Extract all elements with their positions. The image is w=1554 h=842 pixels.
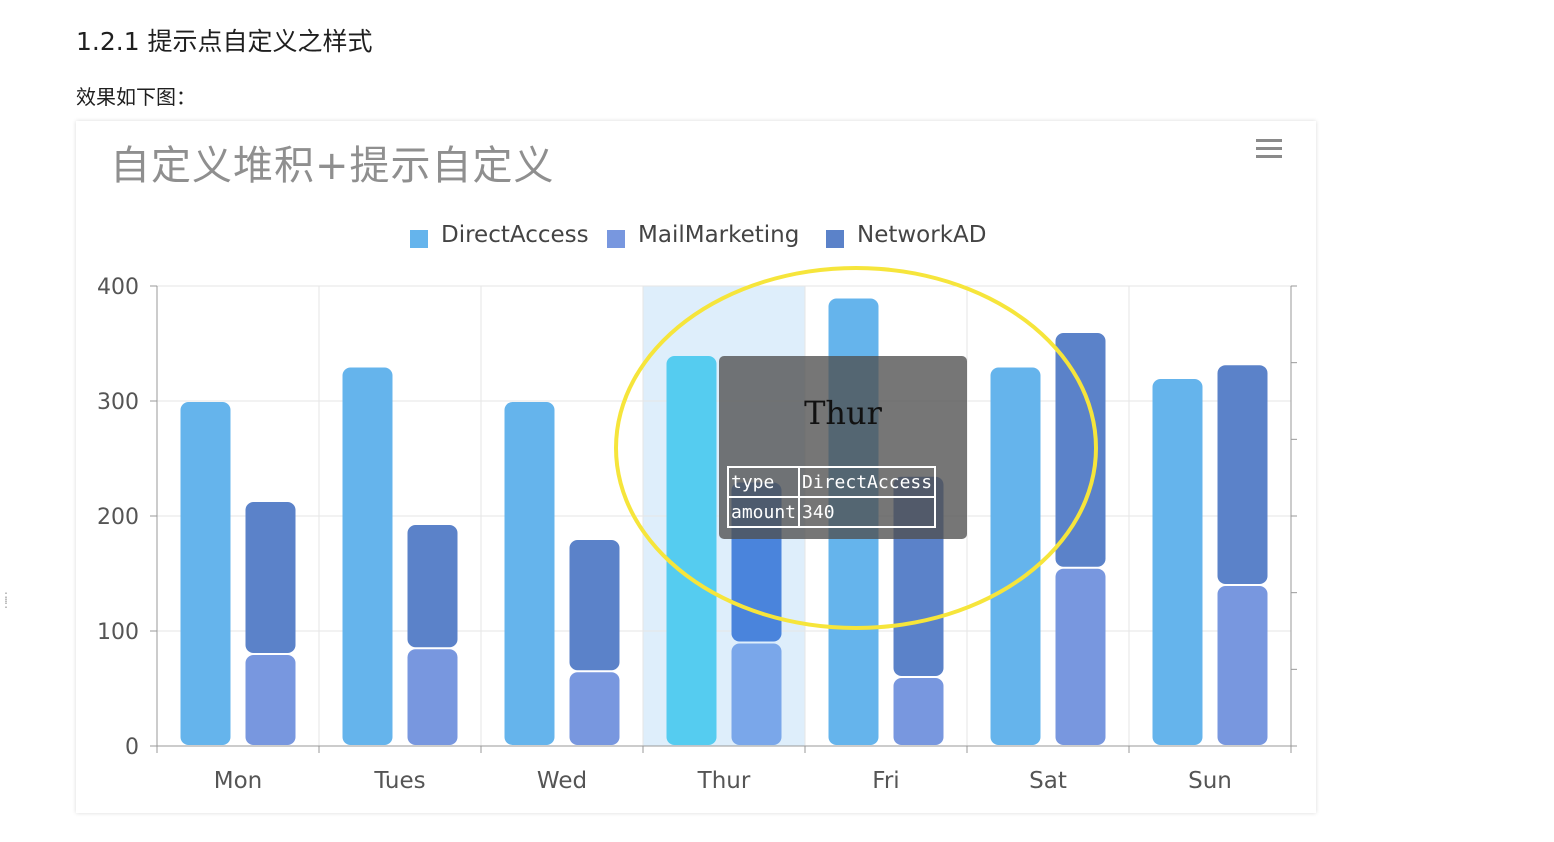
bar-directaccess-mon xyxy=(180,402,231,745)
chart-card: 0 100 200 300 400 Mon Tues Wed Thur Fri Sat Sun 自定义… xyxy=(76,121,1316,813)
x-tick-label: Mon xyxy=(214,768,263,794)
bar-directaccess-sun xyxy=(1152,379,1203,745)
bar-directaccess-thur xyxy=(666,356,717,745)
bar-mailmarketing-tues xyxy=(407,649,458,745)
y-tick-label: 100 xyxy=(97,620,139,645)
chart-title: 自定义堆积+提示自定义 xyxy=(110,143,555,189)
intro-text: 效果如下图： xyxy=(76,85,196,109)
y-tick-label: 200 xyxy=(97,505,139,530)
bar-mailmarketing-thur xyxy=(731,643,782,745)
bar-networkad-tues xyxy=(407,525,458,648)
x-tick-label: Sun xyxy=(1188,768,1232,794)
tooltip-key: type xyxy=(726,466,801,498)
y-tick-label: 300 xyxy=(97,390,139,415)
hamburger-menu-icon[interactable] xyxy=(1256,139,1282,161)
bar-mailmarketing-sat xyxy=(1055,568,1106,745)
x-tick-label: Fri xyxy=(872,768,899,794)
tooltip-table: type DirectAccess amount 340 xyxy=(726,466,937,528)
drag-handle-icon[interactable]: ⋮ ⋮ xyxy=(0,591,12,620)
y-tick-label: 0 xyxy=(125,735,139,760)
x-tick-label: Thur xyxy=(697,768,751,794)
bar-networkad-sun xyxy=(1217,365,1268,584)
x-tick-label: Wed xyxy=(537,768,587,794)
legend: DirectAccess MailMarketing NetworkAD xyxy=(76,222,1316,252)
legend-swatch xyxy=(410,230,428,248)
x-tick-label: Sat xyxy=(1029,768,1067,794)
legend-label: NetworkAD xyxy=(857,222,987,248)
bar-directaccess-wed xyxy=(504,402,555,745)
tooltip-title: Thur xyxy=(804,394,882,432)
tooltip-value: 340 xyxy=(798,496,937,528)
bar-networkad-sat xyxy=(1055,333,1106,567)
bar-directaccess-sat xyxy=(990,367,1041,745)
bar-networkad-wed xyxy=(569,540,620,671)
legend-label: DirectAccess xyxy=(441,222,589,248)
legend-swatch xyxy=(607,230,625,248)
bar-mailmarketing-fri xyxy=(893,678,944,745)
bar-networkad-mon xyxy=(245,502,296,653)
tooltip: Thur type DirectAccess amount 340 xyxy=(719,356,967,539)
tooltip-row: type DirectAccess xyxy=(726,466,937,498)
tooltip-row: amount 340 xyxy=(726,496,937,528)
x-tick-label: Tues xyxy=(373,768,425,794)
tooltip-key: amount xyxy=(726,496,801,528)
tooltip-value: DirectAccess xyxy=(798,466,937,498)
y-tick-label: 400 xyxy=(97,275,139,300)
bar-mailmarketing-mon xyxy=(245,655,296,745)
bar-directaccess-tues xyxy=(342,367,393,745)
bar-mailmarketing-wed xyxy=(569,672,620,745)
section-heading: 1.2.1 提示点自定义之样式 xyxy=(76,27,373,56)
legend-label: MailMarketing xyxy=(638,222,800,248)
bar-mailmarketing-sun xyxy=(1217,586,1268,745)
legend-swatch xyxy=(826,230,844,248)
